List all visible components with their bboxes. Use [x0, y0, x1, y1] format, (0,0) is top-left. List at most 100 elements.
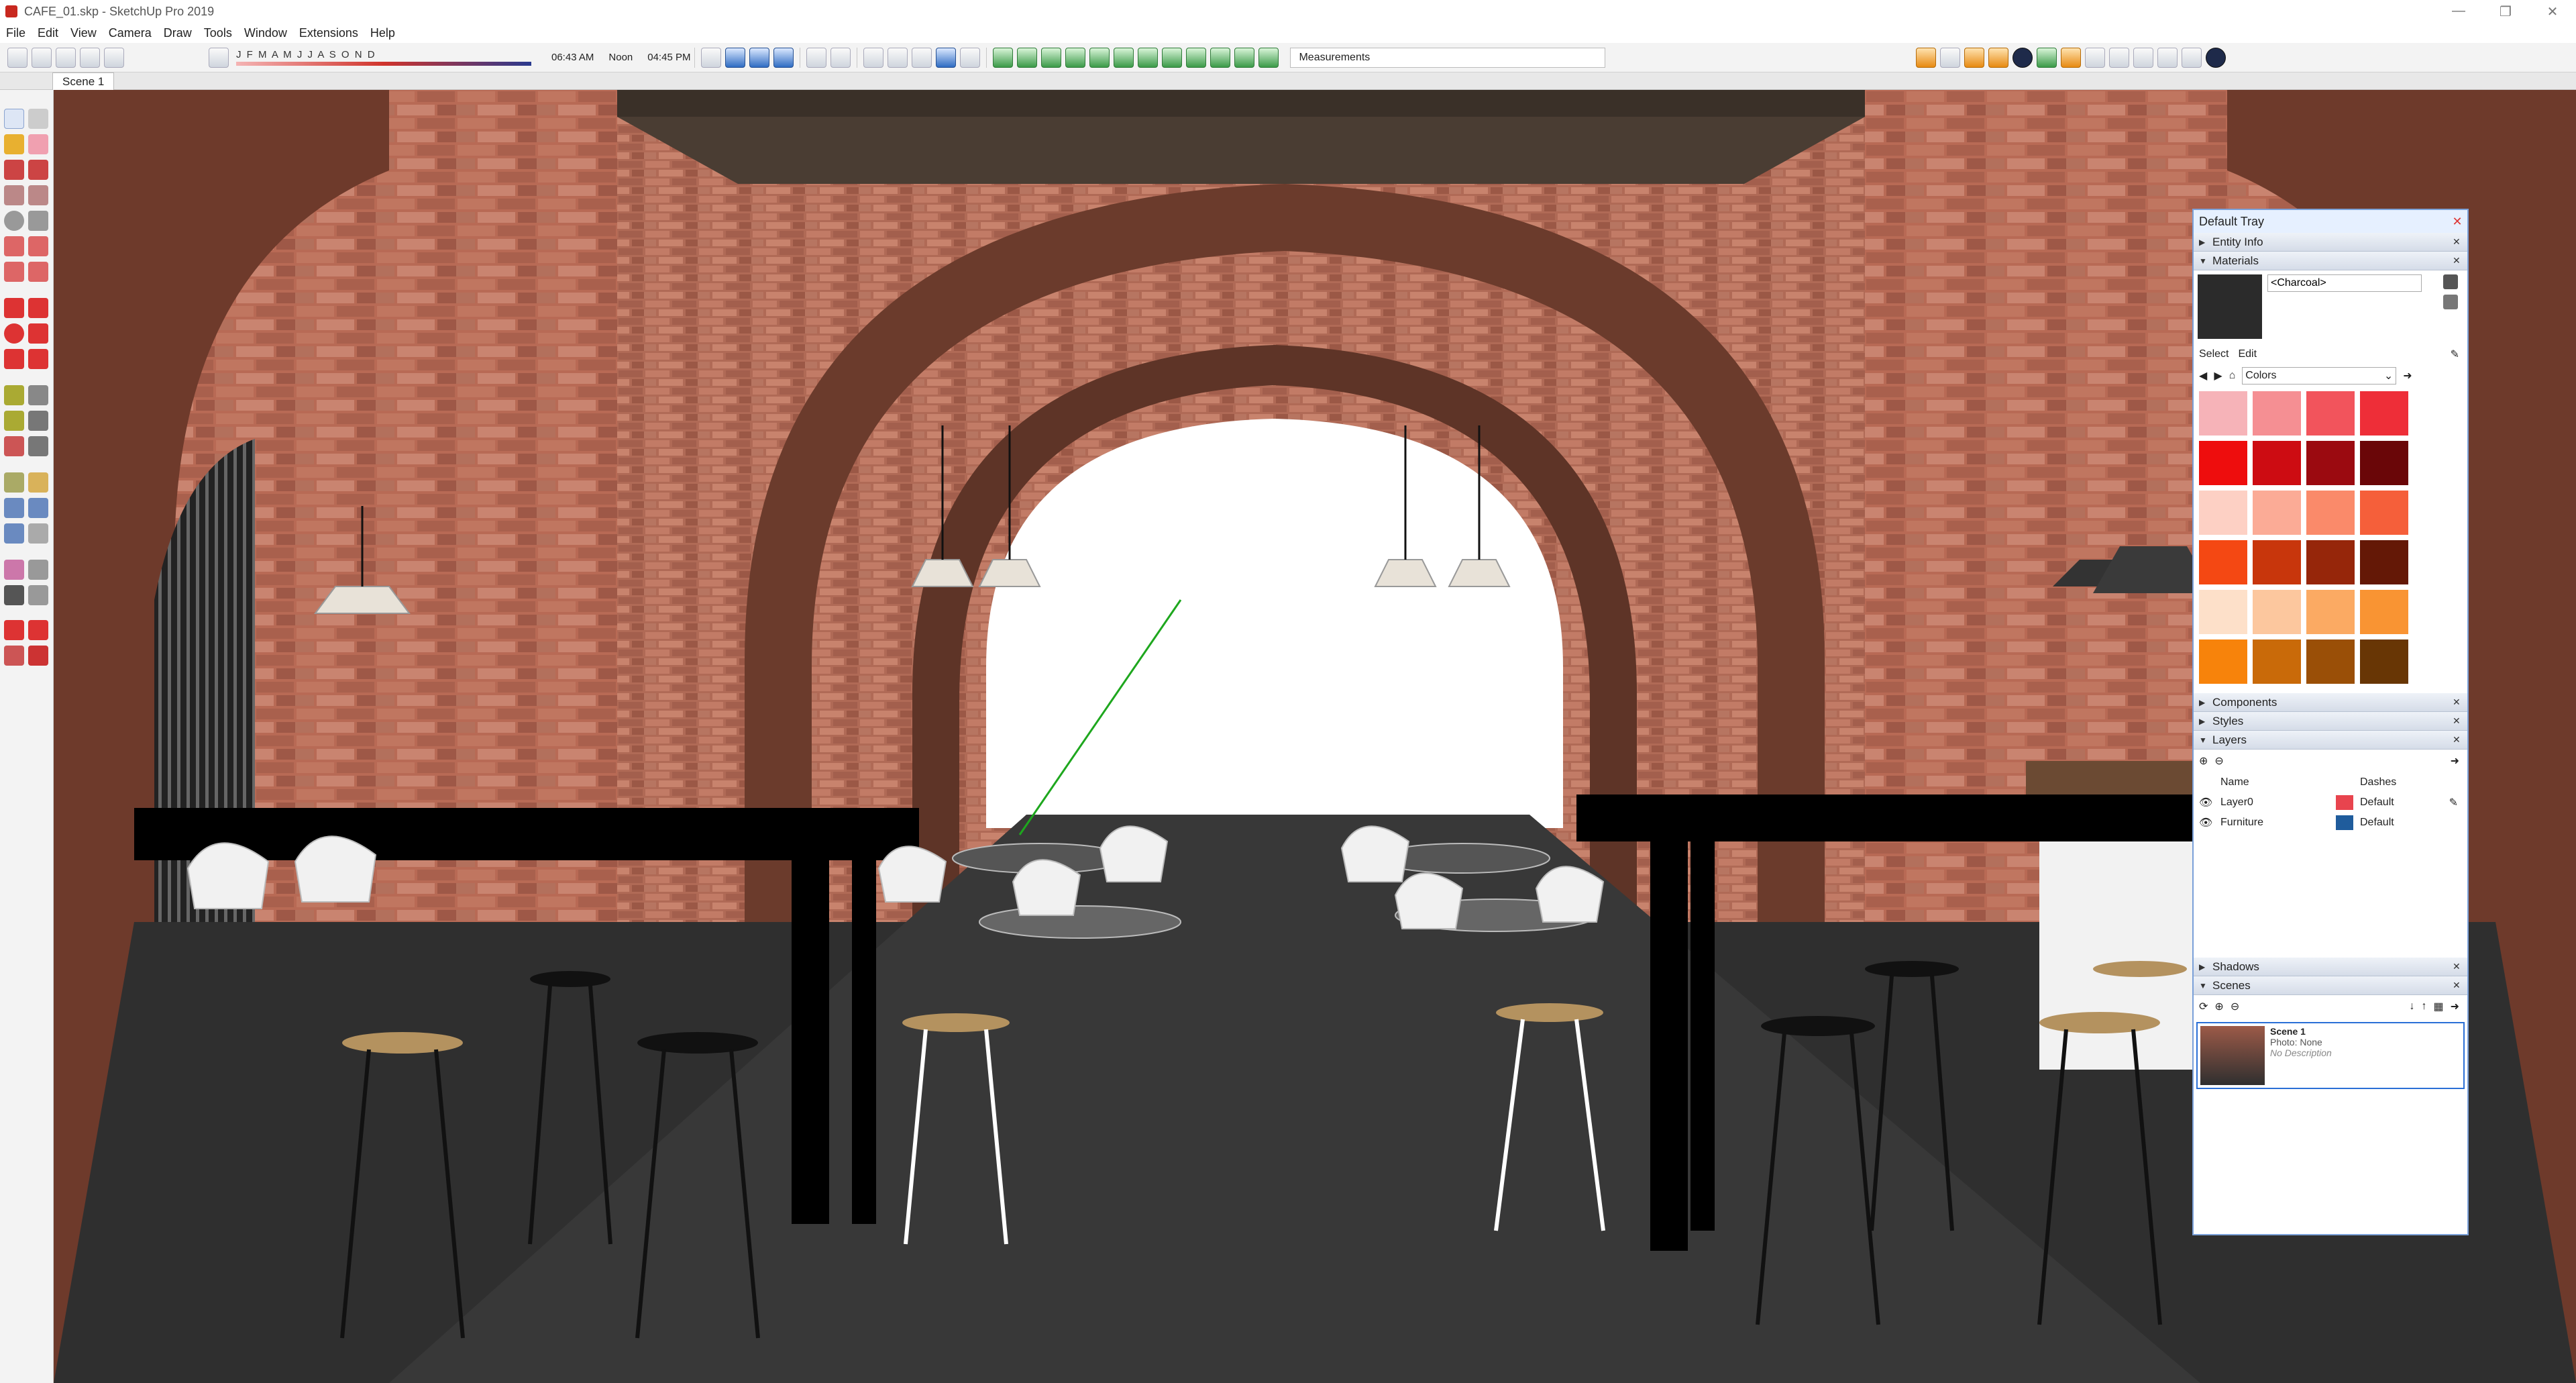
material-swatch[interactable]	[2306, 491, 2355, 535]
move-scene-up-icon[interactable]: ↑	[2421, 1001, 2426, 1013]
view-options-icon[interactable]: ▦	[2433, 1000, 2443, 1013]
make-component-icon[interactable]	[28, 109, 48, 129]
restore-button[interactable]: ❐	[2482, 3, 2529, 20]
layer-row[interactable]: 👁 Layer0 Default ✎	[2194, 792, 2467, 813]
material-name-field[interactable]	[2267, 274, 2422, 292]
remove-scene-icon[interactable]: ⊖	[2231, 1000, 2239, 1013]
default-material-icon[interactable]	[2443, 295, 2458, 309]
section-tool-icon-8[interactable]	[1162, 47, 1183, 68]
close-icon[interactable]: ✕	[2453, 715, 2467, 727]
iso-view-icon[interactable]	[725, 47, 746, 68]
front-view-icon[interactable]	[773, 47, 794, 68]
scene-item[interactable]: Scene 1 Photo: None No Description	[2196, 1022, 2465, 1089]
arc-icon[interactable]	[4, 236, 24, 256]
shadow-date-track[interactable]	[236, 62, 531, 66]
panel-entity-info[interactable]: ▶ Entity Info ✕	[2194, 233, 2467, 252]
mail-icon[interactable]	[2182, 47, 2202, 68]
menu-window[interactable]: Window	[238, 26, 293, 40]
tape-measure-icon[interactable]	[4, 385, 24, 405]
style-builder-icon[interactable]	[1988, 47, 2009, 68]
eye-icon[interactable]: 👁	[2199, 796, 2215, 809]
material-swatch[interactable]	[2306, 540, 2355, 584]
wireframe-icon[interactable]	[863, 47, 884, 68]
orbit-icon[interactable]	[701, 47, 722, 68]
textured-icon[interactable]	[936, 47, 957, 68]
rotate-icon[interactable]	[4, 323, 24, 344]
add-scene-icon[interactable]: ⊕	[2214, 1000, 2223, 1013]
forward-arrow-icon[interactable]: ▶	[2214, 369, 2222, 382]
scenes-details-icon[interactable]: ➜	[2451, 1000, 2459, 1013]
material-swatch[interactable]	[2199, 491, 2247, 535]
push-pull-icon[interactable]	[28, 298, 48, 318]
shadow-toggle-icon[interactable]	[209, 47, 229, 68]
info-icon[interactable]	[2206, 47, 2226, 68]
layer-dashes[interactable]: Default	[2360, 817, 2394, 829]
sandbox-contours-icon[interactable]	[4, 620, 24, 640]
panel-scenes[interactable]: ▼ Scenes ✕	[2194, 976, 2467, 995]
move-icon[interactable]	[4, 298, 24, 318]
offset-icon[interactable]	[28, 349, 48, 369]
menu-help[interactable]: Help	[364, 26, 401, 40]
shadow-date-slider[interactable]: J F M A M J J A S O N D	[236, 44, 531, 71]
menu-view[interactable]: View	[64, 26, 103, 40]
3d-text-icon[interactable]	[28, 436, 48, 456]
material-swatch[interactable]	[2253, 491, 2301, 535]
checkerboard-icon[interactable]	[2109, 47, 2130, 68]
download-icon[interactable]	[104, 47, 124, 68]
menu-edit[interactable]: Edit	[32, 26, 64, 40]
stamp-icon[interactable]	[28, 646, 48, 666]
panel-layers[interactable]: ▼ Layers ✕	[2194, 731, 2467, 750]
zoom-extents-icon[interactable]	[4, 523, 24, 544]
hidden-line-icon[interactable]	[888, 47, 908, 68]
material-swatch[interactable]	[2199, 590, 2247, 634]
text-tool-icon[interactable]	[28, 411, 48, 431]
layer-color-swatch[interactable]	[2336, 815, 2353, 830]
refresh-icon[interactable]	[1940, 47, 1961, 68]
material-swatch[interactable]	[2360, 639, 2408, 684]
dimension-icon[interactable]	[28, 385, 48, 405]
section-tool-icon-1[interactable]	[993, 47, 1014, 68]
material-swatch[interactable]	[2360, 540, 2408, 584]
create-material-icon[interactable]	[2443, 274, 2458, 289]
panel-components[interactable]: ▶ Components ✕	[2194, 693, 2467, 712]
line-tool-icon[interactable]	[4, 160, 24, 180]
section-tool-icon-11[interactable]	[1234, 47, 1255, 68]
close-icon[interactable]: ✕	[2453, 961, 2467, 972]
material-swatch[interactable]	[2306, 441, 2355, 485]
close-icon[interactable]: ✕	[2453, 236, 2467, 248]
material-swatch[interactable]	[2306, 590, 2355, 634]
close-icon[interactable]: ✕	[2453, 734, 2467, 746]
minimize-button[interactable]: —	[2435, 3, 2482, 20]
close-icon[interactable]: ✕	[2453, 980, 2467, 991]
library-select[interactable]: Colors ⌄	[2242, 367, 2397, 385]
section-plane-icon[interactable]	[28, 585, 48, 605]
sample-paint-icon[interactable]: ✎	[2451, 348, 2459, 361]
material-swatch[interactable]	[2253, 540, 2301, 584]
close-window-button[interactable]: ✕	[2529, 3, 2576, 20]
back-arrow-icon[interactable]: ◀	[2199, 369, 2207, 382]
look-around-icon[interactable]	[28, 560, 48, 580]
layer-name[interactable]: Layer0	[2215, 797, 2336, 809]
measurements-box[interactable]: Measurements	[1290, 47, 1606, 68]
eye-icon[interactable]: 👁	[2199, 816, 2215, 829]
material-swatch[interactable]	[2199, 391, 2247, 436]
follow-me-icon[interactable]	[28, 323, 48, 344]
material-swatch[interactable]	[2306, 639, 2355, 684]
tab-edit[interactable]: Edit	[2238, 348, 2257, 360]
section-tool-icon-2[interactable]	[1017, 47, 1038, 68]
update-scene-icon[interactable]: ⟳	[2199, 1000, 2208, 1013]
zoom-icon[interactable]	[4, 498, 24, 518]
polygon-icon[interactable]	[28, 211, 48, 231]
add-layer-icon[interactable]: ⊕	[2199, 754, 2208, 768]
section-tool-icon-3[interactable]	[1041, 47, 1062, 68]
layer-row[interactable]: 👁 Furniture Default	[2194, 813, 2467, 833]
protractor-icon[interactable]	[4, 411, 24, 431]
monochrome-icon[interactable]	[960, 47, 981, 68]
material-swatch[interactable]	[2360, 491, 2408, 535]
shaded-icon[interactable]	[912, 47, 932, 68]
circle-icon[interactable]	[4, 211, 24, 231]
layout-icon[interactable]	[1964, 47, 1985, 68]
zoom-window-icon[interactable]	[28, 498, 48, 518]
rectangle-icon[interactable]	[4, 185, 24, 205]
section-tool-icon-9[interactable]	[1186, 47, 1207, 68]
